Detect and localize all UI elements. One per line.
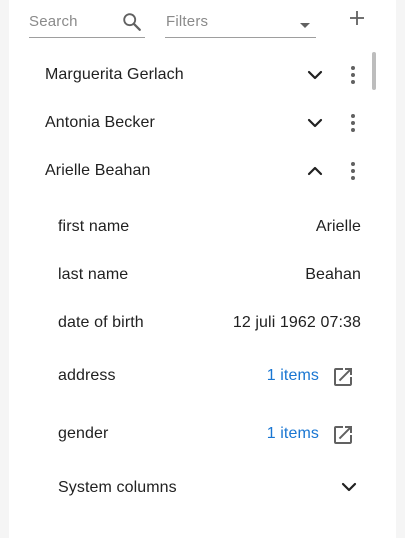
record-row[interactable]: Marguerita Gerlach [9,51,369,99]
search-icon[interactable] [121,11,143,33]
record-row[interactable]: Antonia Becker [9,99,369,147]
more-vert-icon[interactable] [343,111,363,135]
open-in-new-icon[interactable] [331,423,355,447]
record-name: Antonia Becker [45,114,155,131]
record-row[interactable]: Arielle Beahan [9,147,369,195]
filters-select[interactable]: Filters [165,10,316,38]
field-label: gender [58,425,109,442]
record-name: Arielle Beahan [45,162,151,179]
record-name: Marguerita Gerlach [45,66,184,83]
dropdown-arrow-icon [300,23,310,28]
field-first-name: first name Arielle [9,205,369,249]
field-label: first name [58,218,130,235]
field-last-name: last name Beahan [9,253,369,297]
more-vert-icon[interactable] [343,159,363,183]
field-value: Beahan [305,266,361,283]
search-input[interactable]: Search [29,10,145,38]
chevron-down-icon[interactable] [305,113,325,133]
field-label: address [58,367,116,384]
search-placeholder: Search [29,13,78,30]
filters-placeholder: Filters [166,13,209,30]
open-in-new-icon[interactable] [331,365,355,389]
field-address: address 1 items [9,354,369,398]
chevron-up-icon[interactable] [305,161,325,181]
chevron-down-icon[interactable] [305,65,325,85]
field-label: date of birth [58,314,144,331]
address-items-link[interactable]: 1 items [267,367,319,385]
field-label: last name [58,266,129,283]
toolbar: Search Filters [9,0,396,48]
scrollbar-thumb[interactable] [372,52,376,90]
add-icon[interactable] [345,6,369,30]
system-columns-label: System columns [58,479,177,496]
system-columns-toggle[interactable]: System columns [9,466,369,510]
chevron-down-icon[interactable] [339,477,359,497]
field-date-of-birth: date of birth 12 juli 1962 07:38 [9,301,369,345]
records-panel: Search Filters Marguerita Gerlach Antoni… [9,0,396,538]
field-value: 12 juli 1962 07:38 [232,314,361,331]
field-gender: gender 1 items [9,412,369,456]
field-value: Arielle [315,218,361,235]
more-vert-icon[interactable] [343,63,363,87]
gender-items-link[interactable]: 1 items [267,425,319,443]
